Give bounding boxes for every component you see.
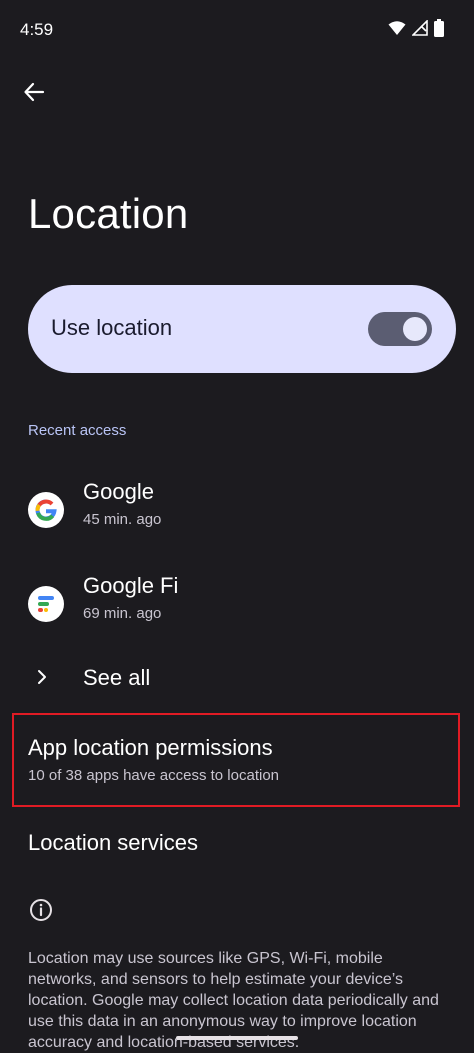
location-services-title: Location services [28, 830, 198, 855]
app-access-time: 69 min. ago [83, 605, 162, 622]
recent-access-header: Recent access [28, 422, 127, 439]
battery-icon [434, 19, 444, 37]
status-bar: 4:59 [0, 0, 474, 58]
use-location-switch-row[interactable]: Use location [28, 285, 456, 373]
status-icons [388, 19, 444, 37]
app-access-time: 45 min. ago [83, 511, 162, 528]
toggle-thumb [403, 317, 427, 341]
google-g-icon [28, 492, 64, 528]
app-name: Google Fi [83, 573, 179, 598]
app-location-permissions-item[interactable]: App location permissions 10 of 38 apps h… [0, 735, 474, 795]
info-icon [30, 899, 52, 921]
app-name: Google [83, 479, 154, 504]
see-all-button[interactable]: See all [0, 650, 474, 706]
use-location-toggle[interactable] [368, 312, 432, 346]
app-location-permissions-subtitle: 10 of 38 apps have access to location [28, 767, 280, 784]
status-time: 4:59 [20, 20, 54, 39]
see-all-label: See all [83, 665, 151, 690]
app-location-permissions-title: App location permissions [28, 735, 273, 760]
back-button[interactable] [16, 74, 52, 110]
page-title: Location [28, 190, 189, 237]
google-fi-icon [28, 586, 64, 622]
recent-app-google[interactable]: Google 45 min. ago [0, 474, 474, 546]
wifi-icon [388, 21, 406, 35]
use-location-label: Use location [51, 315, 173, 340]
cell-signal-icon [412, 20, 428, 36]
location-services-item[interactable]: Location services [0, 830, 474, 862]
chevron-right-icon [38, 670, 46, 684]
recent-app-google-fi[interactable]: Google Fi 69 min. ago [0, 568, 474, 640]
gesture-nav-handle[interactable] [176, 1036, 298, 1040]
arrow-back-icon [24, 82, 45, 102]
